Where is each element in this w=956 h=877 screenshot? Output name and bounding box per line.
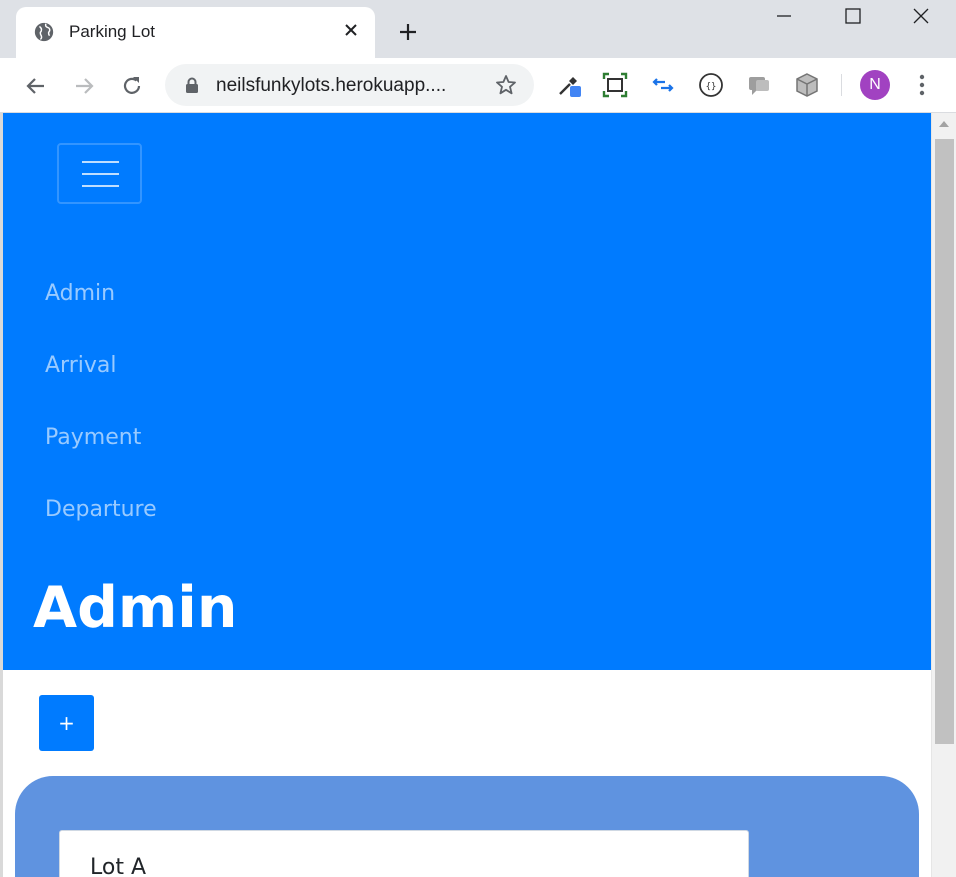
profile-avatar[interactable]: N [860,70,890,100]
vertical-scrollbar[interactable] [931,113,956,877]
svg-text:{}: {} [706,82,717,92]
new-tab-icon[interactable] [396,20,420,44]
nav-link-admin[interactable]: Admin [45,281,115,306]
maximize-icon[interactable] [841,4,865,28]
browser-tab[interactable]: Parking Lot [16,7,375,58]
globe-icon [34,22,54,42]
page-viewport: Admin Arrival Payment Departure Admin + … [0,113,956,877]
menu-kebab-icon[interactable] [912,72,932,98]
lot-card[interactable]: Lot A [59,830,749,877]
nav-link-arrival[interactable]: Arrival [45,353,116,378]
toolbar-separator [841,74,842,96]
nav-link-departure[interactable]: Departure [45,497,157,522]
browser-toolbar: neilsfunkylots.herokuapp.... {} N [0,58,956,113]
swap-extension-icon[interactable] [650,72,676,98]
address-bar[interactable]: neilsfunkylots.herokuapp.... [165,64,534,106]
hamburger-icon [82,185,119,187]
json-viewer-extension-icon[interactable]: {} [698,72,724,98]
navbar: Admin Arrival Payment Departure Admin [3,113,931,670]
add-lot-button[interactable]: + [39,695,94,751]
screenshot-extension-icon[interactable] [602,72,628,98]
scroll-up-arrow-icon[interactable] [939,121,949,127]
url-text: neilsfunkylots.herokuapp.... [216,75,447,96]
minimize-icon[interactable] [772,4,796,28]
eyedropper-extension-icon[interactable] [556,72,582,98]
browser-titlebar: Parking Lot [0,0,956,58]
scrollbar-thumb[interactable] [935,139,954,744]
lock-icon [186,77,198,93]
reload-icon[interactable] [119,73,145,99]
tab-title: Parking Lot [69,22,155,41]
lots-panel: Lot A [15,776,919,877]
hamburger-icon [82,161,119,163]
hamburger-icon [82,173,119,175]
window-close-icon[interactable] [909,4,933,28]
close-tab-icon[interactable] [341,20,361,40]
navbar-toggler-button[interactable] [57,143,142,204]
forward-icon[interactable] [71,73,97,99]
cube-extension-icon[interactable] [794,72,820,98]
nav-link-payment[interactable]: Payment [45,425,141,450]
bookmark-star-icon[interactable] [494,73,518,97]
page-title: Admin [33,575,238,641]
lot-name: Lot A [90,855,146,877]
back-icon[interactable] [23,73,49,99]
chat-extension-icon[interactable] [746,72,772,98]
